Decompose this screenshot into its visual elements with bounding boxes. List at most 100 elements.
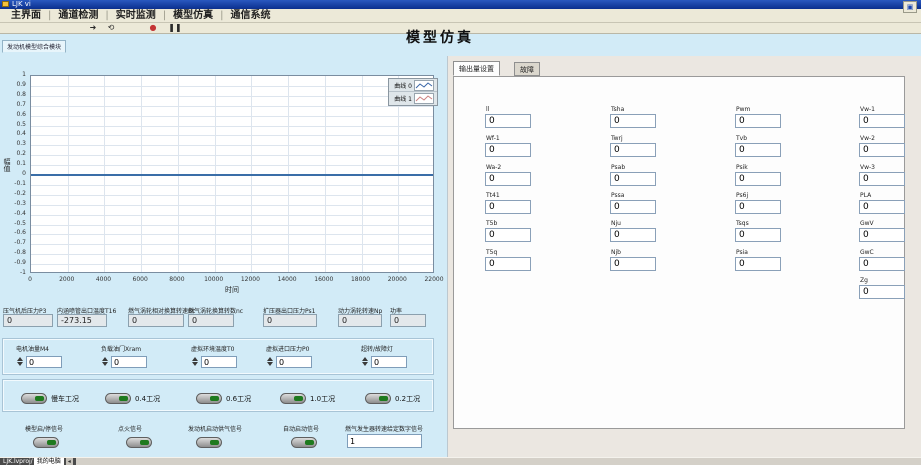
decrement-icon[interactable] [102, 362, 108, 366]
y-tick-label: 0.6 [16, 111, 26, 119]
decrement-icon[interactable] [17, 362, 23, 366]
decrement-icon[interactable] [192, 362, 198, 366]
output-field-input[interactable] [859, 114, 905, 128]
decrement-icon[interactable] [362, 362, 368, 366]
output-field-input[interactable] [610, 172, 656, 186]
left-panel-tab[interactable]: 发动机模型综合模块 [2, 40, 66, 53]
numeric-control-label: 虚拟环境温度T0 [191, 344, 234, 353]
legend-entry-1[interactable]: 曲线 1 [389, 92, 437, 105]
tab-fault[interactable]: 故障 [514, 62, 540, 76]
increment-icon[interactable] [102, 357, 108, 361]
y-tick-label: 0.7 [16, 101, 26, 109]
menu-item-2[interactable]: 通道检测 [51, 9, 105, 23]
gridline-horizontal [31, 225, 433, 226]
increment-icon[interactable] [362, 357, 368, 361]
output-field-input[interactable] [610, 114, 656, 128]
chart-legend: 曲线 0曲线 1 [388, 78, 438, 106]
output-field-label: Vw-3 [860, 164, 875, 171]
output-field-input[interactable] [735, 114, 781, 128]
project-target-tab: 我的电脑 [34, 458, 64, 465]
y-tick-label: -0.4 [14, 210, 26, 218]
switch-knob [210, 440, 219, 445]
output-field-input[interactable] [610, 257, 656, 271]
output-field-input[interactable] [485, 114, 531, 128]
y-tick-label: -0.7 [14, 239, 26, 247]
rocker-switch-icon[interactable] [21, 393, 47, 404]
numeric-control-label: 超转/故障灯 [361, 344, 393, 353]
spinner-buttons[interactable] [361, 356, 369, 368]
numeric-control-input[interactable] [276, 356, 312, 368]
indicator-value: 0 [263, 314, 317, 327]
mode-switch-item: 1.0工况 [280, 388, 335, 404]
setpoint-input[interactable] [347, 434, 422, 448]
rocker-switch-icon[interactable] [196, 393, 222, 404]
output-field-input[interactable] [859, 285, 905, 299]
output-field-input[interactable] [859, 143, 905, 157]
spinner-buttons[interactable] [191, 356, 199, 368]
rocker-switch-icon[interactable] [280, 393, 306, 404]
gridline-horizontal [31, 244, 433, 245]
switch-knob [294, 396, 303, 401]
rocker-switch-icon[interactable] [291, 437, 317, 448]
gridline-horizontal [31, 234, 433, 235]
menu-item-3[interactable]: 实时监测 [109, 9, 163, 23]
y-tick-label: 0.9 [16, 81, 26, 89]
rocker-switch-icon[interactable] [196, 437, 222, 448]
status-bar: LJK.lvproj/我的电脑◂ [0, 457, 921, 465]
spinner-buttons[interactable] [266, 356, 274, 368]
numeric-control-group: 电机油量M4负载油门Xram虚拟环境温度T0虚拟进口压力P0超转/故障灯 [2, 338, 434, 375]
mode-switch-label: 1.0工况 [310, 395, 335, 403]
increment-icon[interactable] [267, 357, 273, 361]
output-field-input[interactable] [859, 257, 905, 271]
toolbar-run-icon[interactable]: ➜ [86, 23, 100, 34]
output-field-input[interactable] [735, 172, 781, 186]
numeric-control-input[interactable] [111, 356, 147, 368]
menu-item-1[interactable]: 主界面 [4, 9, 48, 23]
output-field-input[interactable] [859, 228, 905, 242]
rocker-switch-icon[interactable] [33, 437, 59, 448]
output-field-input[interactable] [485, 228, 531, 242]
menu-item-5[interactable]: 通信系统 [224, 9, 278, 23]
output-field-input[interactable] [610, 200, 656, 214]
toolbar-run-continuous-icon[interactable]: ⟲ [104, 23, 118, 34]
y-tick-label: 1 [22, 71, 26, 79]
numeric-control-input[interactable] [371, 356, 407, 368]
decrement-icon[interactable] [267, 362, 273, 366]
output-field-input[interactable] [735, 228, 781, 242]
numeric-control-input[interactable] [201, 356, 237, 368]
output-field-input[interactable] [859, 200, 905, 214]
x-tick-label: 10000 [199, 276, 229, 283]
switch-knob [379, 396, 388, 401]
output-field-input[interactable] [610, 143, 656, 157]
legend-entry-0[interactable]: 曲线 0 [389, 79, 437, 92]
output-field-input[interactable] [485, 200, 531, 214]
output-field-input[interactable] [485, 172, 531, 186]
output-field-input[interactable] [859, 172, 905, 186]
rocker-switch-icon[interactable] [126, 437, 152, 448]
toolbar-abort-icon[interactable]: ● [146, 23, 160, 34]
switch-knob [47, 440, 56, 445]
increment-icon[interactable] [192, 357, 198, 361]
output-field-label: GwV [860, 220, 874, 227]
output-field-input[interactable] [735, 200, 781, 214]
increment-icon[interactable] [17, 357, 23, 361]
numeric-control-input[interactable] [26, 356, 62, 368]
tab-scroll-left-icon[interactable]: ◂ [66, 458, 73, 465]
output-field-input[interactable] [735, 143, 781, 157]
title-bar: LJK vi [0, 0, 921, 9]
output-field-input[interactable] [610, 228, 656, 242]
output-field-input[interactable] [735, 257, 781, 271]
rocker-switch-icon[interactable] [365, 393, 391, 404]
menu-item-4[interactable]: 模型仿真 [166, 9, 220, 23]
rocker-switch-icon[interactable] [105, 393, 131, 404]
window-menu-button[interactable]: ▣ [903, 1, 917, 13]
spinner-buttons[interactable] [16, 356, 24, 368]
tab-output-settings[interactable]: 输出量设置 [453, 61, 500, 76]
app-window: LJK vi 主界面|通道检测|实时监测|模型仿真|通信系统 ▣ ➜⟲●❚❚ 模… [0, 0, 921, 465]
gridline-horizontal [31, 195, 433, 196]
output-field-input[interactable] [485, 257, 531, 271]
toolbar-pause-icon[interactable]: ❚❚ [168, 23, 182, 34]
output-field-input[interactable] [485, 143, 531, 157]
spinner-buttons[interactable] [101, 356, 109, 368]
indicator-value: 0 [338, 314, 382, 327]
